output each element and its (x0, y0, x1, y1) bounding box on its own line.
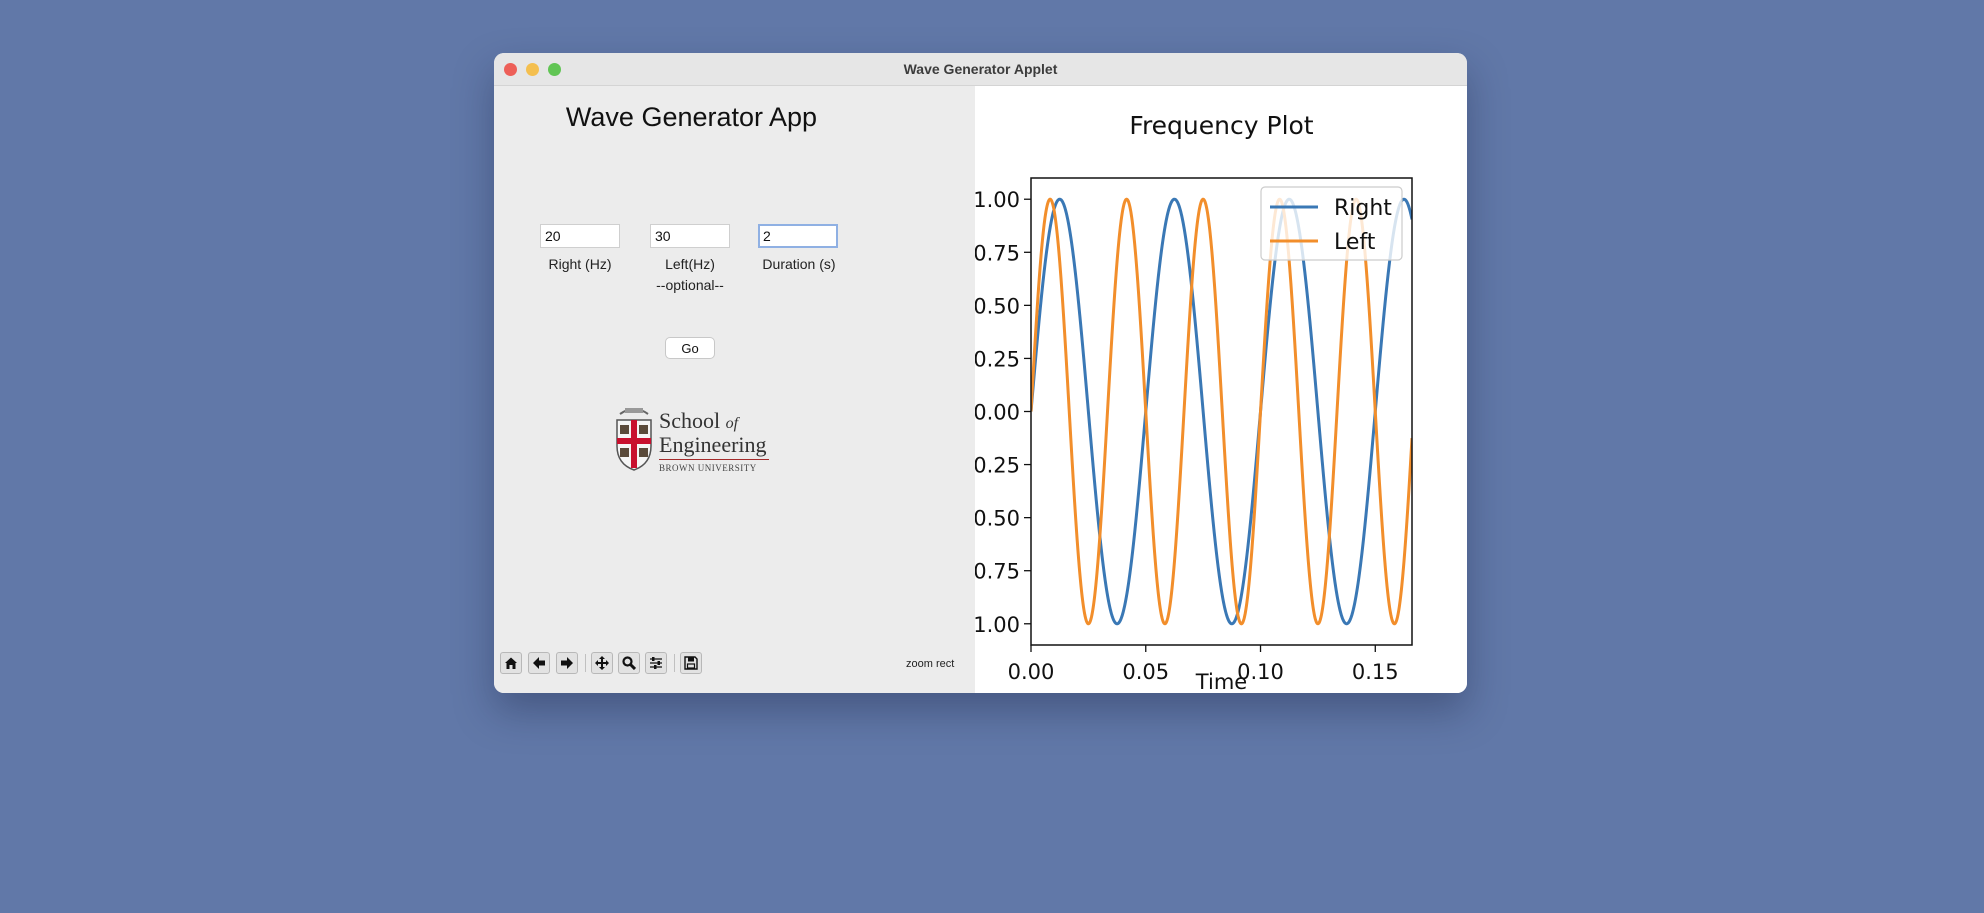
y-tick-label: 0.25 (975, 347, 1020, 371)
back-button[interactable] (528, 652, 550, 674)
app-window: Wave Generator Applet Wave Generator App… (494, 53, 1467, 693)
left-frequency-optional-note: --optional-- (656, 277, 724, 293)
logo-line-1: School (659, 408, 721, 433)
chart-title: Frequency Plot (1129, 111, 1313, 140)
home-button[interactable] (500, 652, 522, 674)
title-bar: Wave Generator Applet (494, 53, 1467, 86)
toolbar-separator (674, 654, 675, 672)
y-tick-label: 0.75 (975, 241, 1020, 265)
toolbar-status-text: zoom rect (906, 658, 955, 670)
forward-icon (561, 657, 573, 669)
legend-label-right: Right (1334, 196, 1392, 221)
y-tick-label: 0.50 (975, 507, 1020, 531)
x-tick-label: 0.00 (1008, 660, 1055, 684)
logo-line-1-italic: of (725, 415, 739, 432)
y-tick-label: 0.25 (975, 454, 1020, 478)
logo-line-3: BROWN UNIVERSITY (659, 463, 757, 473)
pan-button[interactable] (591, 652, 613, 674)
y-tick-label: 0.50 (975, 294, 1020, 318)
window-title: Wave Generator Applet (903, 61, 1058, 77)
back-icon (533, 657, 545, 669)
home-icon (505, 657, 517, 669)
pan-icon (595, 656, 609, 670)
right-frequency-field[interactable] (540, 224, 620, 248)
y-tick-label: 1.00 (975, 188, 1020, 212)
save-icon (684, 656, 698, 670)
zoom-button[interactable] (618, 652, 640, 674)
configure-subplots-icon (650, 657, 662, 669)
plot-panel: Frequency Plot 0.00 0.05 0.10 0.15 1.00 0.75 0.… (973, 86, 1467, 693)
left-frequency-field[interactable] (650, 224, 730, 248)
legend-label-left: Left (1334, 230, 1376, 255)
save-button[interactable] (680, 652, 702, 674)
frequency-plot[interactable]: Frequency Plot0.00 0.05 0.10 0.151.000.750.… (973, 86, 1467, 693)
duration-label: Duration (s) (762, 256, 836, 272)
y-tick-label: 0.00 (975, 401, 1020, 425)
logo-rule (659, 459, 769, 460)
x-axis-label: Time (1195, 670, 1247, 693)
zoom-icon (622, 656, 636, 670)
y-tick-label: 0.75 (975, 560, 1020, 584)
x-tick-label: 0.15 (1352, 660, 1399, 684)
go-button[interactable]: Go (665, 337, 715, 359)
toolbar-separator (585, 654, 586, 672)
app-title: Wave Generator App (565, 102, 818, 132)
duration-field[interactable] (758, 224, 838, 248)
brown-seal-icon (616, 408, 652, 471)
configure-subplots-button[interactable] (645, 652, 667, 674)
left-frequency-label: Left(Hz) (665, 256, 715, 272)
right-frequency-label: Right (Hz) (548, 256, 612, 272)
control-panel: Wave Generator App Right (Hz) Left(Hz) -… (494, 86, 975, 693)
forward-button[interactable] (556, 652, 578, 674)
school-of-engineering-logo: School of Engineering BROWN UNIVERSITY (615, 404, 775, 474)
x-tick-label: 0.05 (1122, 660, 1169, 684)
y-tick-label: 1.00 (975, 613, 1020, 637)
logo-line-2: Engineering (659, 432, 767, 457)
